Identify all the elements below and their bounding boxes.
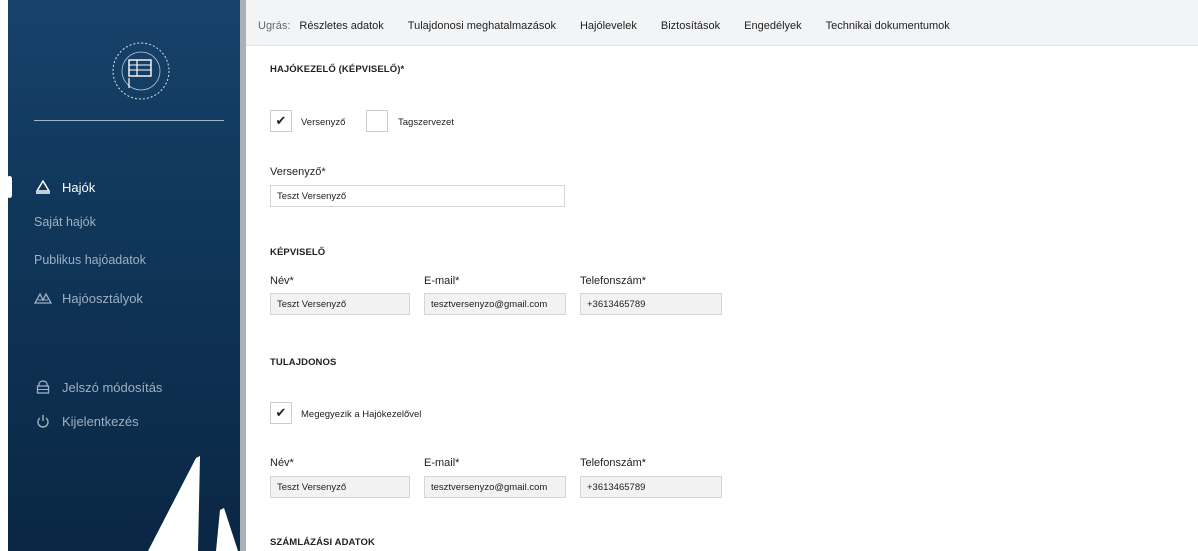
checkbox-member-org-label: Tagszervezet: [398, 117, 454, 128]
checkmark-icon: ✔: [275, 405, 287, 420]
owner-phone-label: Telefonszám*: [580, 457, 647, 469]
owner-email-input[interactable]: tesztversenyzo@gmail.com: [424, 476, 566, 498]
section-title-representative: KÉPVISELŐ: [270, 247, 326, 258]
boat-classes-icon: [34, 289, 52, 307]
jump-link-technical-documents[interactable]: Technikai dokumentumok: [826, 20, 950, 32]
checkmark-icon: ✔: [275, 113, 287, 128]
checkbox-competitor-label: Versenyző: [301, 117, 346, 128]
left-gap: [0, 0, 8, 551]
nav-item-logout-label: Kijelentkezés: [62, 413, 139, 429]
main-content: HAJÓKEZELŐ (KÉPVISELŐ)* ✔ Versenyző Tags…: [246, 46, 1198, 551]
federation-logo: [112, 42, 170, 100]
logo-divider: [34, 120, 224, 121]
owner-phone-input[interactable]: +3613465789: [580, 476, 722, 498]
nav-item-boat-classes-label: Hajóosztályok: [62, 290, 143, 306]
jump-label: Ugrás:: [258, 20, 291, 32]
rep-email-label: E-mail*: [424, 275, 460, 287]
checkbox-competitor[interactable]: ✔: [270, 110, 292, 132]
competitor-field-label: Versenyző*: [270, 166, 326, 178]
rep-email-input[interactable]: tesztversenyzo@gmail.com: [424, 293, 566, 315]
section-title-owner: TULAJDONOS: [270, 357, 337, 368]
lock-icon: [34, 378, 52, 396]
nav-item-change-password-label: Jelszó módosítás: [62, 379, 163, 395]
nav-item-boat-classes[interactable]: Hajóosztályok: [34, 289, 143, 307]
rep-name-label: Név*: [270, 275, 294, 287]
rep-phone-input[interactable]: +3613465789: [580, 293, 722, 315]
competitor-input[interactable]: Teszt Versenyző: [270, 185, 565, 207]
sailboat-icon: [34, 178, 52, 196]
jump-bar: Ugrás: Részletes adatok Tulajdonosi megh…: [246, 0, 1198, 46]
checkbox-member-org[interactable]: [366, 110, 388, 132]
sidebar: Hajók Saját hajók Publikus hajóadatok Ha…: [8, 0, 240, 551]
checkbox-same-as-operator-label: Megegyezik a Hajókezelővel: [301, 409, 422, 420]
rep-phone-label: Telefonszám*: [580, 275, 647, 287]
jump-link-owner-authorizations[interactable]: Tulajdonosi meghatalmazások: [408, 20, 556, 32]
rep-name-input[interactable]: Teszt Versenyző: [270, 293, 410, 315]
nav-item-logout[interactable]: Kijelentkezés: [34, 412, 139, 430]
owner-email-label: E-mail*: [424, 457, 460, 469]
power-icon: [34, 412, 52, 430]
nav-item-own-boats[interactable]: Saját hajók: [34, 215, 96, 229]
jump-link-details[interactable]: Részletes adatok: [299, 20, 383, 32]
nav-item-change-password[interactable]: Jelszó módosítás: [34, 378, 162, 396]
owner-name-label: Név*: [270, 457, 294, 469]
active-indicator: [7, 176, 12, 198]
jump-link-insurances[interactable]: Biztosítások: [661, 20, 720, 32]
nav-item-boats-label: Hajók: [62, 179, 96, 195]
owner-name-input[interactable]: Teszt Versenyző: [270, 476, 410, 498]
jump-link-boat-letters[interactable]: Hajólevelek: [580, 20, 637, 32]
jump-link-permits[interactable]: Engedélyek: [744, 20, 802, 32]
section-title-billing: SZÁMLÁZÁSI ADATOK: [270, 537, 375, 548]
nav-item-public-boat-data[interactable]: Publikus hajóadatok: [34, 253, 146, 267]
sail-graphic: [148, 456, 238, 551]
checkbox-same-as-operator[interactable]: ✔: [270, 402, 292, 424]
section-title-operator: HAJÓKEZELŐ (KÉPVISELŐ)*: [270, 64, 405, 75]
nav-item-boats[interactable]: Hajók: [34, 178, 95, 196]
